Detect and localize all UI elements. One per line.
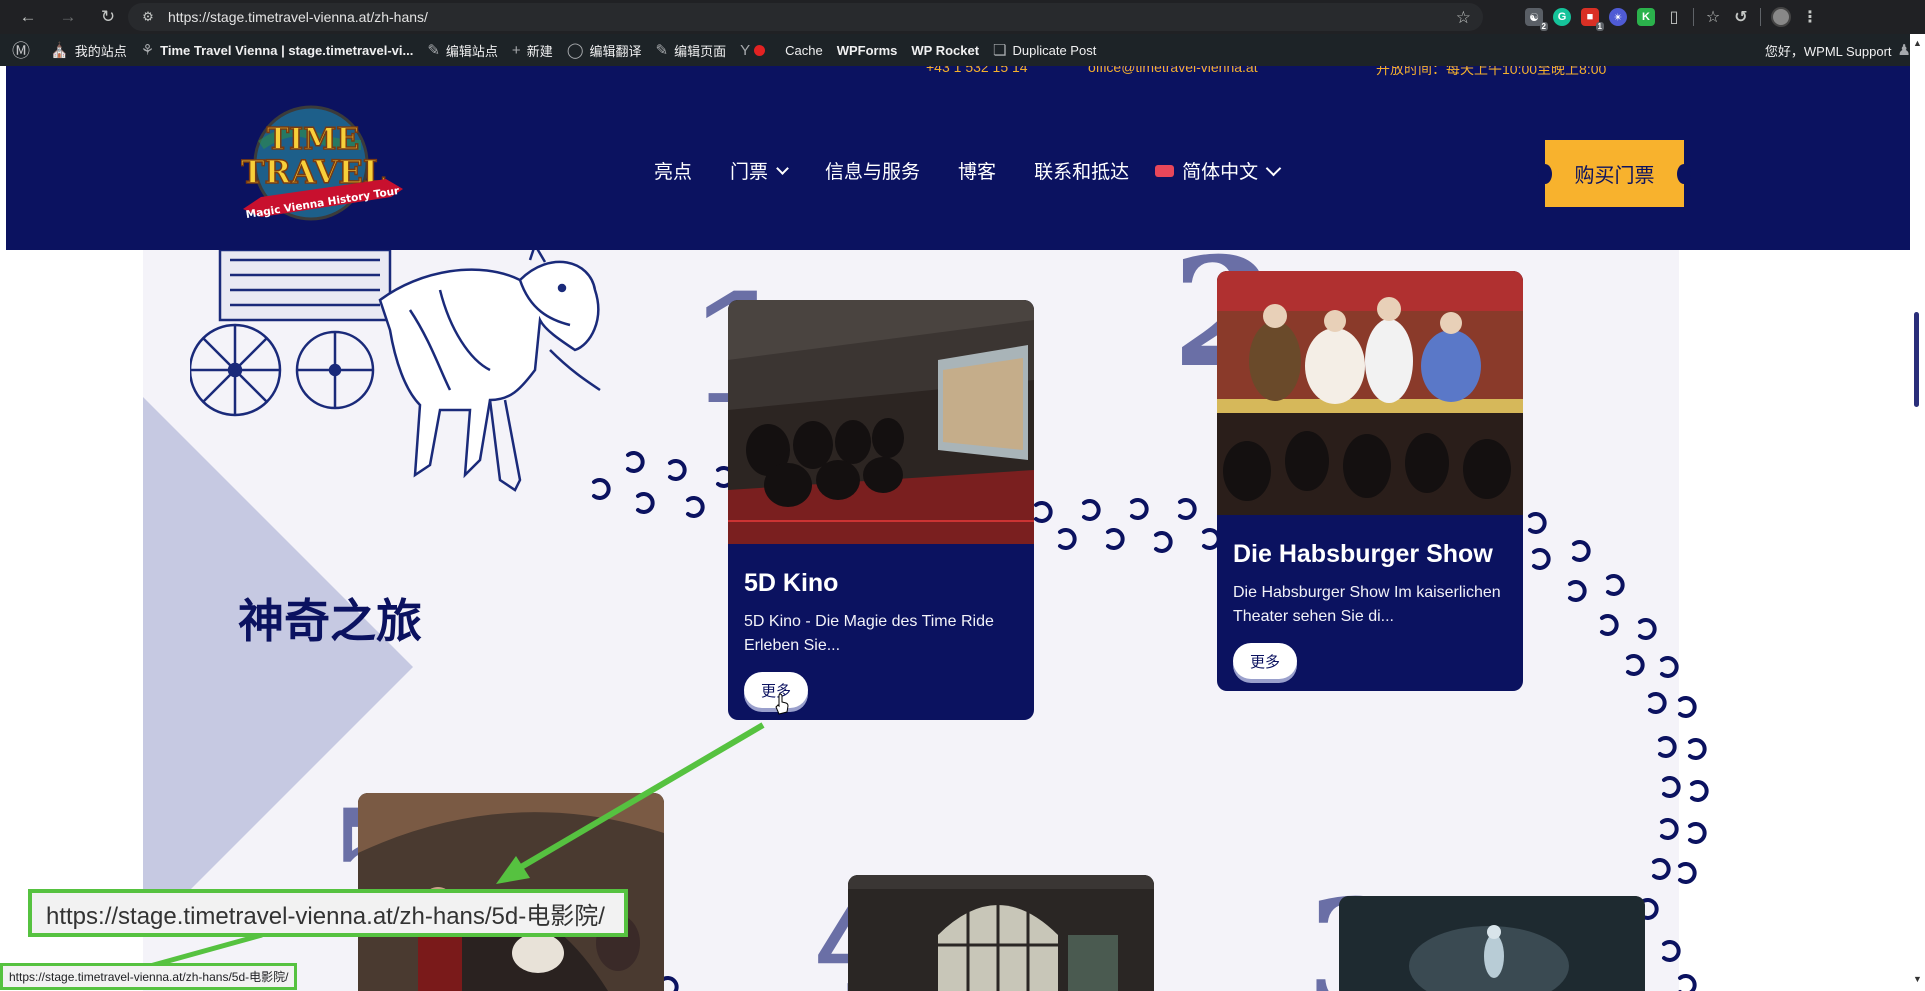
forward-icon[interactable]: → — [54, 3, 82, 31]
site-contact-strip: +43 1 532 15 14 office@timetravel-vienna… — [6, 66, 1910, 80]
extension-icon[interactable]: ✴ — [1609, 8, 1627, 26]
profile-avatar[interactable] — [1771, 7, 1791, 27]
card-excerpt: 5D Kino - Die Magie des Time Ride Erlebe… — [744, 613, 994, 654]
pencil-icon: ✎ — [655, 42, 669, 59]
card-body: Die Habsburger Show Die Habsburger Show … — [1217, 520, 1523, 691]
site-info-icon[interactable]: ⚙ — [140, 9, 156, 25]
account-menu[interactable]: 您好，WPML Support ♟ — [1765, 34, 1911, 66]
brush-icon: ✎ — [427, 42, 440, 59]
hours-text: 开放时间：每天上午10:00至晚上8:00 — [1376, 66, 1607, 77]
seo-status-dot — [754, 44, 766, 56]
more-button[interactable]: 更多 — [1233, 643, 1297, 679]
nav-highlights[interactable]: 亮点 — [654, 157, 692, 184]
yoast-menu[interactable]: Y — [733, 34, 778, 66]
new-content-menu[interactable]: + 新建 — [505, 34, 560, 66]
bookmarks-icon[interactable]: ☆ — [1704, 8, 1722, 26]
cache-menu[interactable]: Cache — [778, 34, 830, 66]
chevron-down-icon — [1265, 160, 1282, 176]
extension-icon[interactable]: ■ 1 — [1581, 8, 1604, 31]
reload-icon[interactable]: ↻ — [94, 3, 122, 31]
china-flag-icon — [1155, 164, 1175, 177]
bookmark-star-icon[interactable]: ☆ — [1456, 8, 1471, 28]
site-name-menu[interactable]: ⚘ Time Travel Vienna | stage.timetravel-v… — [134, 34, 421, 66]
attraction-card-habsburger-show[interactable]: Die Habsburger Show Die Habsburger Show … — [1217, 271, 1523, 691]
scroll-up-icon[interactable]: ▲ — [1913, 38, 1922, 48]
wpforms-menu[interactable]: WPForms — [830, 34, 905, 66]
yoast-icon: Y — [740, 41, 751, 59]
hand-cursor-icon — [775, 693, 789, 715]
extension-icon[interactable]: K — [1637, 8, 1655, 26]
nav-info-services[interactable]: 信息与服务 — [825, 157, 920, 184]
edit-site-link[interactable]: ✎ 编辑站点 — [420, 34, 505, 66]
card-title[interactable]: 5D Kino — [744, 567, 1018, 600]
translation-icon: ◯ — [566, 42, 584, 59]
card-body: 5D Kino 5D Kino - Die Magie des Time Rid… — [728, 549, 1034, 720]
nav-contact[interactable]: 联系和抵达 — [1034, 157, 1129, 184]
nav-blog[interactable]: 博客 — [958, 157, 996, 184]
user-icon: ♟ — [1897, 42, 1911, 59]
5d-cinema-image[interactable] — [728, 300, 1034, 544]
attraction-card-4-image[interactable] — [848, 875, 1154, 991]
puzzle-icon[interactable]: ▯ — [1665, 8, 1683, 26]
wp-admin-bar: Ⓜ ⛪ 我的站点 ⚘ Time Travel Vienna | stage.time… — [0, 34, 1925, 66]
logo-word-time: TIME — [267, 122, 359, 157]
grammarly-icon[interactable]: G — [1553, 8, 1571, 26]
site-header: TIME TRAVEL Magic Vienna History Tour 亮点… — [6, 80, 1910, 250]
toolbar-separator — [1693, 8, 1694, 26]
url-text[interactable]: https://stage.timetravel-vienna.at/zh-ha… — [168, 9, 428, 25]
extension-icon[interactable]: ☯ 2 — [1525, 8, 1548, 31]
plus-icon: + — [511, 41, 521, 59]
attraction-card-3-image[interactable] — [1339, 896, 1645, 991]
wordpress-logo-icon[interactable]: Ⓜ — [0, 34, 43, 66]
buy-tickets-button[interactable]: 购买门票 — [1538, 140, 1691, 207]
nav-tickets[interactable]: 门票 — [730, 157, 789, 184]
edit-page-link[interactable]: ✎ 编辑页面 — [649, 34, 734, 66]
wp-rocket-menu[interactable]: WP Rocket — [904, 34, 986, 66]
duplicate-icon: ❏ — [993, 42, 1007, 59]
page-scrollbar[interactable]: ▲ ▼ — [1910, 34, 1925, 991]
dashboard-icon: ⚘ — [140, 42, 155, 59]
toolbar-separator — [1760, 8, 1761, 26]
browser-status-bar: https://stage.timetravel-vienna.at/zh-ha… — [0, 963, 298, 990]
address-bar[interactable]: ⚙ https://stage.timetravel-vienna.at/zh-… — [128, 3, 1483, 31]
back-icon[interactable]: ← — [14, 3, 42, 31]
language-switcher[interactable]: 简体中文 — [1155, 157, 1282, 184]
chevron-down-icon — [776, 161, 789, 175]
attraction-card-5d-kino[interactable]: 5D Kino 5D Kino - Die Magie des Time Rid… — [728, 300, 1034, 720]
browser-toolbar: ← → ↻ ⚙ https://stage.timetravel-vienna.… — [0, 0, 1925, 34]
email-text[interactable]: office@timetravel-vienna.at — [1088, 66, 1258, 75]
scrollbar-thumb[interactable] — [1914, 312, 1919, 407]
card-excerpt: Die Habsburger Show Im kaiserlichen Thea… — [1233, 584, 1501, 625]
main-navigation: 亮点 门票 信息与服务 博客 联系和抵达 简体中文 — [654, 157, 1317, 184]
history-icon[interactable]: ↺ — [1732, 8, 1750, 26]
menu-icon[interactable]: ⋮ — [1801, 8, 1819, 26]
journey-section: 神奇之旅 1 2 5 4 3 5D Kino 5D Kino - — [0, 250, 1925, 991]
link-url-callout: https://stage.timetravel-vienna.at/zh-ha… — [28, 889, 628, 937]
extensions-area: ☯ 2 G ■ 1 ✴ K ▯ ☆ ↺ ⋮ — [1525, 5, 1819, 31]
scroll-down-icon[interactable]: ▼ — [1913, 974, 1922, 984]
edit-translation-link[interactable]: ◯ 编辑翻译 — [560, 34, 649, 66]
habsburger-show-image[interactable] — [1217, 271, 1523, 515]
my-sites-menu[interactable]: ⛪ 我的站点 — [43, 34, 134, 66]
sites-icon: ⛪ — [50, 42, 69, 59]
card-title[interactable]: Die Habsburger Show — [1233, 538, 1507, 571]
phone-text[interactable]: +43 1 532 15 14 — [926, 66, 1028, 75]
time-travel-logo[interactable]: TIME TRAVEL Magic Vienna History Tour — [241, 105, 406, 225]
duplicate-post-link[interactable]: ❏ Duplicate Post — [986, 34, 1103, 66]
